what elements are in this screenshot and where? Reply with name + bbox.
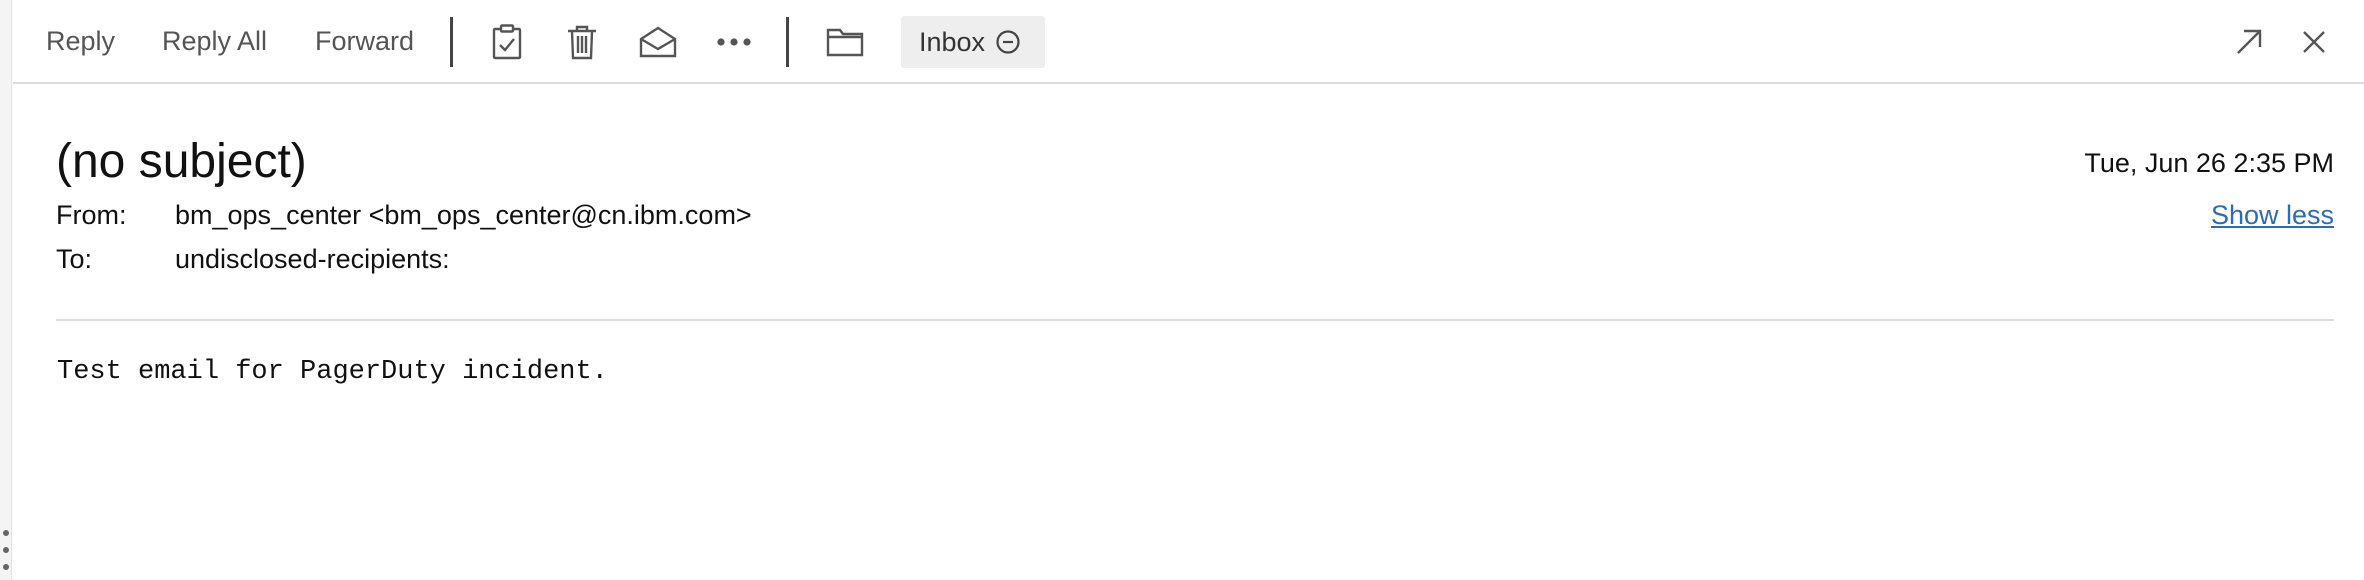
expand-icon[interactable]: [2225, 18, 2273, 66]
minus-circle-icon[interactable]: [995, 29, 1021, 55]
toolbar-separator: [786, 17, 789, 67]
to-label: To:: [56, 244, 93, 274]
more-icon[interactable]: [710, 18, 758, 66]
message-date: Tue, Jun 26 2:35 PM: [2084, 148, 2334, 178]
left-gutter: [0, 0, 12, 580]
resize-grip-icon[interactable]: [2, 530, 10, 570]
from-value[interactable]: bm_ops_center <bm_ops_center@cn.ibm.com>: [175, 200, 752, 231]
message-body: Test email for PagerDuty incident.: [57, 357, 608, 387]
folder-pill-label: Inbox: [919, 26, 986, 57]
from-label: From:: [56, 200, 127, 230]
folder-icon[interactable]: [821, 18, 869, 66]
clipboard-check-icon[interactable]: [483, 18, 531, 66]
message-subject: (no subject): [56, 135, 307, 188]
reply-all-button[interactable]: Reply All: [162, 0, 267, 83]
reply-button[interactable]: Reply: [46, 0, 115, 83]
header-divider: [56, 319, 2334, 321]
email-reading-pane: Reply Reply All Forward Inbox (no subjec…: [0, 0, 2364, 580]
message-toolbar: Reply Reply All Forward Inbox: [13, 0, 2364, 84]
close-icon[interactable]: [2290, 18, 2338, 66]
forward-button[interactable]: Forward: [315, 0, 414, 83]
toolbar-separator: [450, 17, 453, 67]
envelope-open-icon[interactable]: [634, 18, 682, 66]
folder-pill[interactable]: Inbox: [901, 16, 1045, 68]
to-value: undisclosed-recipients:: [175, 244, 450, 274]
trash-icon[interactable]: [558, 18, 606, 66]
show-less-link[interactable]: Show less: [2211, 200, 2334, 231]
